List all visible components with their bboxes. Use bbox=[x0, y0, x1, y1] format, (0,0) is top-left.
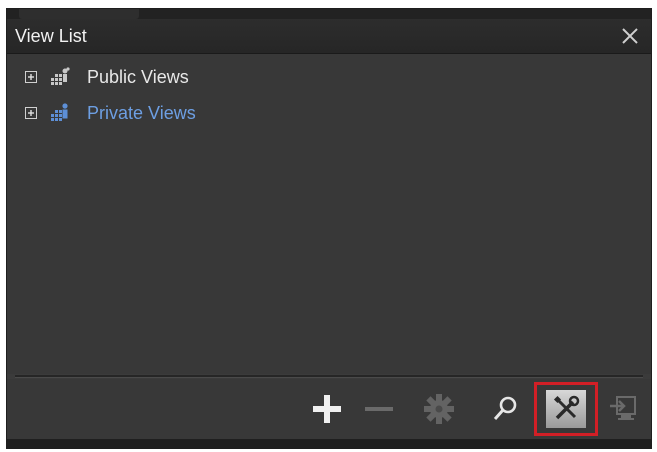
tools-button-face bbox=[546, 390, 586, 428]
view-list-panel: View List Public Views Private Views bbox=[6, 8, 652, 449]
tools-button[interactable] bbox=[534, 382, 598, 436]
private-views-icon bbox=[51, 103, 68, 121]
tree-item-public-views[interactable]: Public Views bbox=[25, 64, 189, 90]
top-strip bbox=[7, 9, 651, 19]
search-button[interactable] bbox=[485, 389, 525, 429]
search-icon bbox=[493, 396, 517, 420]
public-views-icon bbox=[51, 67, 70, 85]
title-bar: View List bbox=[7, 19, 651, 54]
settings-button[interactable] bbox=[419, 389, 459, 429]
tab-edge bbox=[19, 9, 139, 19]
settings-icon bbox=[424, 394, 454, 424]
close-icon[interactable] bbox=[619, 25, 641, 47]
export-icon bbox=[610, 396, 636, 420]
divider bbox=[15, 375, 643, 378]
remove-icon bbox=[365, 407, 393, 411]
export-button[interactable] bbox=[603, 389, 643, 429]
expand-icon[interactable] bbox=[25, 71, 37, 83]
tree-view: Public Views Private Views bbox=[7, 54, 651, 374]
tree-item-label[interactable]: Private Views bbox=[87, 103, 196, 124]
tree-item-private-views[interactable]: Private Views bbox=[25, 100, 196, 126]
remove-button[interactable] bbox=[359, 389, 399, 429]
panel-title: View List bbox=[15, 26, 87, 46]
toolbar bbox=[7, 379, 651, 441]
tools-icon bbox=[553, 395, 580, 420]
add-button[interactable] bbox=[307, 389, 347, 429]
tree-item-label[interactable]: Public Views bbox=[87, 67, 189, 88]
add-icon bbox=[313, 395, 341, 423]
bottom-strip bbox=[7, 439, 651, 448]
expand-icon[interactable] bbox=[25, 107, 37, 119]
